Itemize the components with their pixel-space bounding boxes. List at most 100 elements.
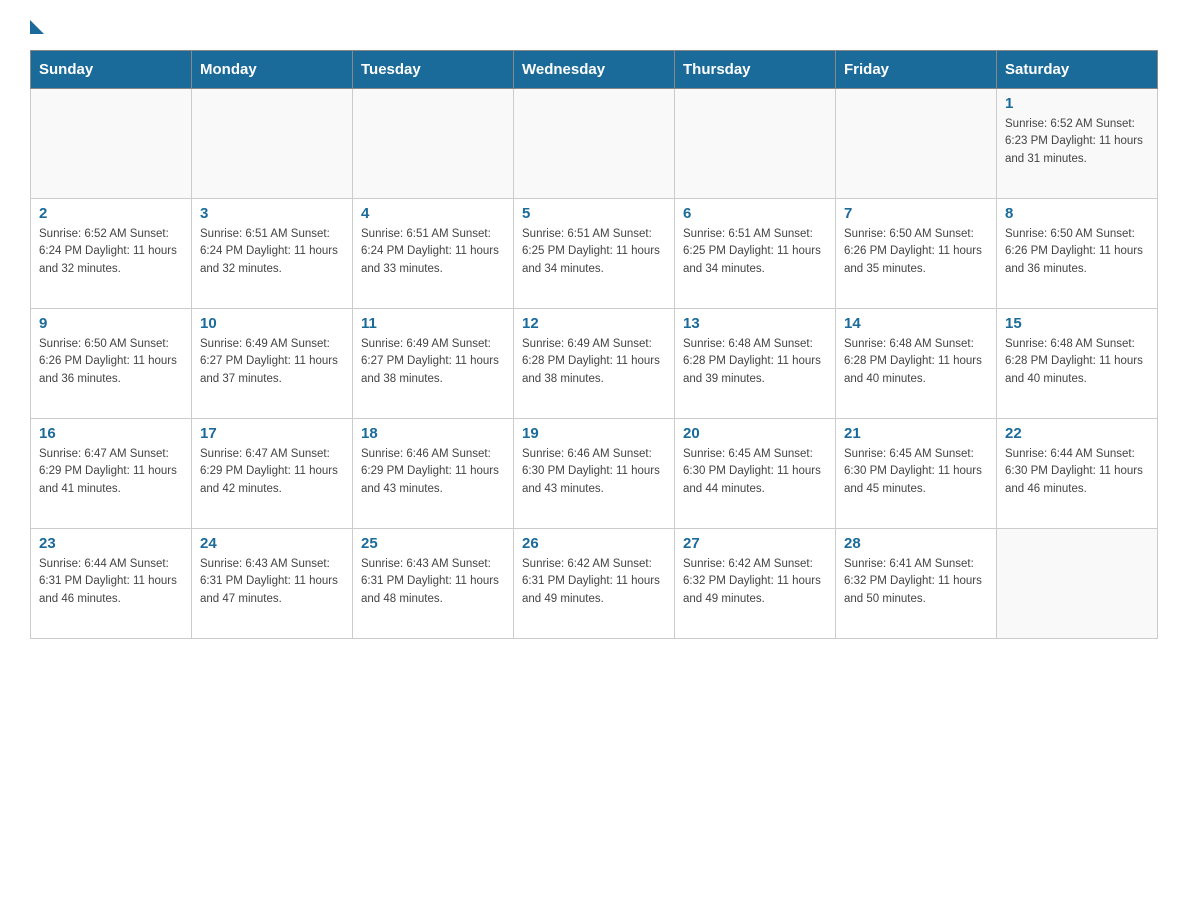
- day-number: 9: [39, 315, 183, 332]
- day-number: 2: [39, 205, 183, 222]
- day-number: 8: [1005, 205, 1149, 222]
- day-info: Sunrise: 6:50 AM Sunset: 6:26 PM Dayligh…: [1005, 226, 1149, 278]
- calendar-day-cell: 19 Sunrise: 6:46 AM Sunset: 6:30 PM Dayli…: [514, 419, 675, 529]
- calendar-table: SundayMondayTuesdayWednesdayThursdayFrid…: [30, 50, 1158, 639]
- day-number: 19: [522, 425, 666, 442]
- calendar-day-cell: 7 Sunrise: 6:50 AM Sunset: 6:26 PM Daylig…: [836, 199, 997, 309]
- day-number: 15: [1005, 315, 1149, 332]
- day-info: Sunrise: 6:43 AM Sunset: 6:31 PM Dayligh…: [361, 556, 505, 608]
- calendar-day-cell: 1 Sunrise: 6:52 AM Sunset: 6:23 PM Daylig…: [997, 89, 1158, 199]
- day-of-week-header: Tuesday: [353, 51, 514, 89]
- day-info: Sunrise: 6:50 AM Sunset: 6:26 PM Dayligh…: [39, 336, 183, 388]
- calendar-day-cell: 26Sunrise: 6:42 AM Sunset: 6:31 PM Dayli…: [514, 529, 675, 639]
- day-of-week-header: Thursday: [675, 51, 836, 89]
- calendar-day-cell: 6 Sunrise: 6:51 AM Sunset: 6:25 PM Daylig…: [675, 199, 836, 309]
- day-number: 18: [361, 425, 505, 442]
- calendar-day-cell: 28 Sunrise: 6:41 AM Sunset: 6:32 PM Dayli…: [836, 529, 997, 639]
- calendar-week-row: 16 Sunrise: 6:47 AM Sunset: 6:29 PM Dayli…: [31, 419, 1158, 529]
- day-info: Sunrise: 6:48 AM Sunset: 6:28 PM Dayligh…: [683, 336, 827, 388]
- calendar-week-row: 9 Sunrise: 6:50 AM Sunset: 6:26 PM Daylig…: [31, 309, 1158, 419]
- calendar-day-cell: 18 Sunrise: 6:46 AM Sunset: 6:29 PM Dayli…: [353, 419, 514, 529]
- calendar-day-cell: 22 Sunrise: 6:44 AM Sunset: 6:30 PM Dayli…: [997, 419, 1158, 529]
- day-number: 24: [200, 535, 344, 552]
- day-info: Sunrise: 6:45 AM Sunset: 6:30 PM Dayligh…: [844, 446, 988, 498]
- day-info: Sunrise: 6:47 AM Sunset: 6:29 PM Dayligh…: [39, 446, 183, 498]
- day-info: Sunrise: 6:44 AM Sunset: 6:31 PM Dayligh…: [39, 556, 183, 608]
- calendar-day-cell: 25 Sunrise: 6:43 AM Sunset: 6:31 PM Dayli…: [353, 529, 514, 639]
- day-info: Sunrise: 6:52 AM Sunset: 6:23 PM Dayligh…: [1005, 116, 1149, 168]
- day-number: 25: [361, 535, 505, 552]
- day-info: Sunrise: 6:45 AM Sunset: 6:30 PM Dayligh…: [683, 446, 827, 498]
- calendar-day-cell: 13Sunrise: 6:48 AM Sunset: 6:28 PM Dayli…: [675, 309, 836, 419]
- day-info: Sunrise: 6:46 AM Sunset: 6:29 PM Dayligh…: [361, 446, 505, 498]
- day-of-week-header: Friday: [836, 51, 997, 89]
- day-number: 28: [844, 535, 988, 552]
- day-info: Sunrise: 6:46 AM Sunset: 6:30 PM Dayligh…: [522, 446, 666, 498]
- day-info: Sunrise: 6:50 AM Sunset: 6:26 PM Dayligh…: [844, 226, 988, 278]
- calendar-day-cell: [675, 89, 836, 199]
- calendar-day-cell: 21 Sunrise: 6:45 AM Sunset: 6:30 PM Dayli…: [836, 419, 997, 529]
- day-number: 1: [1005, 95, 1149, 112]
- day-info: Sunrise: 6:51 AM Sunset: 6:24 PM Dayligh…: [361, 226, 505, 278]
- page-header: [30, 20, 1158, 30]
- calendar-day-cell: 3Sunrise: 6:51 AM Sunset: 6:24 PM Daylig…: [192, 199, 353, 309]
- day-of-week-header: Saturday: [997, 51, 1158, 89]
- calendar-day-cell: 27 Sunrise: 6:42 AM Sunset: 6:32 PM Dayli…: [675, 529, 836, 639]
- day-number: 16: [39, 425, 183, 442]
- calendar-day-cell: 11 Sunrise: 6:49 AM Sunset: 6:27 PM Dayli…: [353, 309, 514, 419]
- day-info: Sunrise: 6:49 AM Sunset: 6:27 PM Dayligh…: [361, 336, 505, 388]
- day-number: 17: [200, 425, 344, 442]
- day-number: 21: [844, 425, 988, 442]
- day-info: Sunrise: 6:41 AM Sunset: 6:32 PM Dayligh…: [844, 556, 988, 608]
- day-info: Sunrise: 6:48 AM Sunset: 6:28 PM Dayligh…: [844, 336, 988, 388]
- day-of-week-header: Monday: [192, 51, 353, 89]
- day-number: 10: [200, 315, 344, 332]
- day-number: 12: [522, 315, 666, 332]
- day-info: Sunrise: 6:43 AM Sunset: 6:31 PM Dayligh…: [200, 556, 344, 608]
- logo-arrow-icon: [30, 20, 44, 34]
- day-number: 3: [200, 205, 344, 222]
- calendar-day-cell: [353, 89, 514, 199]
- day-number: 5: [522, 205, 666, 222]
- day-number: 14: [844, 315, 988, 332]
- day-number: 23: [39, 535, 183, 552]
- calendar-header-row: SundayMondayTuesdayWednesdayThursdayFrid…: [31, 51, 1158, 89]
- day-info: Sunrise: 6:49 AM Sunset: 6:28 PM Dayligh…: [522, 336, 666, 388]
- calendar-day-cell: 15 Sunrise: 6:48 AM Sunset: 6:28 PM Dayli…: [997, 309, 1158, 419]
- calendar-day-cell: [31, 89, 192, 199]
- day-info: Sunrise: 6:48 AM Sunset: 6:28 PM Dayligh…: [1005, 336, 1149, 388]
- calendar-day-cell: [997, 529, 1158, 639]
- day-of-week-header: Sunday: [31, 51, 192, 89]
- calendar-day-cell: 20 Sunrise: 6:45 AM Sunset: 6:30 PM Dayli…: [675, 419, 836, 529]
- calendar-day-cell: 4Sunrise: 6:51 AM Sunset: 6:24 PM Daylig…: [353, 199, 514, 309]
- calendar-day-cell: 2 Sunrise: 6:52 AM Sunset: 6:24 PM Daylig…: [31, 199, 192, 309]
- calendar-day-cell: 10 Sunrise: 6:49 AM Sunset: 6:27 PM Dayli…: [192, 309, 353, 419]
- calendar-day-cell: 24 Sunrise: 6:43 AM Sunset: 6:31 PM Dayli…: [192, 529, 353, 639]
- calendar-day-cell: 16 Sunrise: 6:47 AM Sunset: 6:29 PM Dayli…: [31, 419, 192, 529]
- day-info: Sunrise: 6:47 AM Sunset: 6:29 PM Dayligh…: [200, 446, 344, 498]
- day-info: Sunrise: 6:49 AM Sunset: 6:27 PM Dayligh…: [200, 336, 344, 388]
- day-info: Sunrise: 6:42 AM Sunset: 6:32 PM Dayligh…: [683, 556, 827, 608]
- calendar-week-row: 23 Sunrise: 6:44 AM Sunset: 6:31 PM Dayli…: [31, 529, 1158, 639]
- calendar-day-cell: 12 Sunrise: 6:49 AM Sunset: 6:28 PM Dayli…: [514, 309, 675, 419]
- day-number: 27: [683, 535, 827, 552]
- day-of-week-header: Wednesday: [514, 51, 675, 89]
- logo: [30, 20, 44, 30]
- calendar-day-cell: [836, 89, 997, 199]
- calendar-day-cell: [192, 89, 353, 199]
- day-info: Sunrise: 6:51 AM Sunset: 6:25 PM Dayligh…: [683, 226, 827, 278]
- day-info: Sunrise: 6:44 AM Sunset: 6:30 PM Dayligh…: [1005, 446, 1149, 498]
- day-number: 11: [361, 315, 505, 332]
- calendar-week-row: 2 Sunrise: 6:52 AM Sunset: 6:24 PM Daylig…: [31, 199, 1158, 309]
- day-number: 20: [683, 425, 827, 442]
- day-info: Sunrise: 6:52 AM Sunset: 6:24 PM Dayligh…: [39, 226, 183, 278]
- day-number: 6: [683, 205, 827, 222]
- day-info: Sunrise: 6:42 AM Sunset: 6:31 PM Dayligh…: [522, 556, 666, 608]
- calendar-day-cell: 5 Sunrise: 6:51 AM Sunset: 6:25 PM Daylig…: [514, 199, 675, 309]
- calendar-day-cell: 17 Sunrise: 6:47 AM Sunset: 6:29 PM Dayli…: [192, 419, 353, 529]
- day-number: 7: [844, 205, 988, 222]
- calendar-day-cell: 14 Sunrise: 6:48 AM Sunset: 6:28 PM Dayli…: [836, 309, 997, 419]
- day-info: Sunrise: 6:51 AM Sunset: 6:25 PM Dayligh…: [522, 226, 666, 278]
- day-number: 22: [1005, 425, 1149, 442]
- calendar-day-cell: 9 Sunrise: 6:50 AM Sunset: 6:26 PM Daylig…: [31, 309, 192, 419]
